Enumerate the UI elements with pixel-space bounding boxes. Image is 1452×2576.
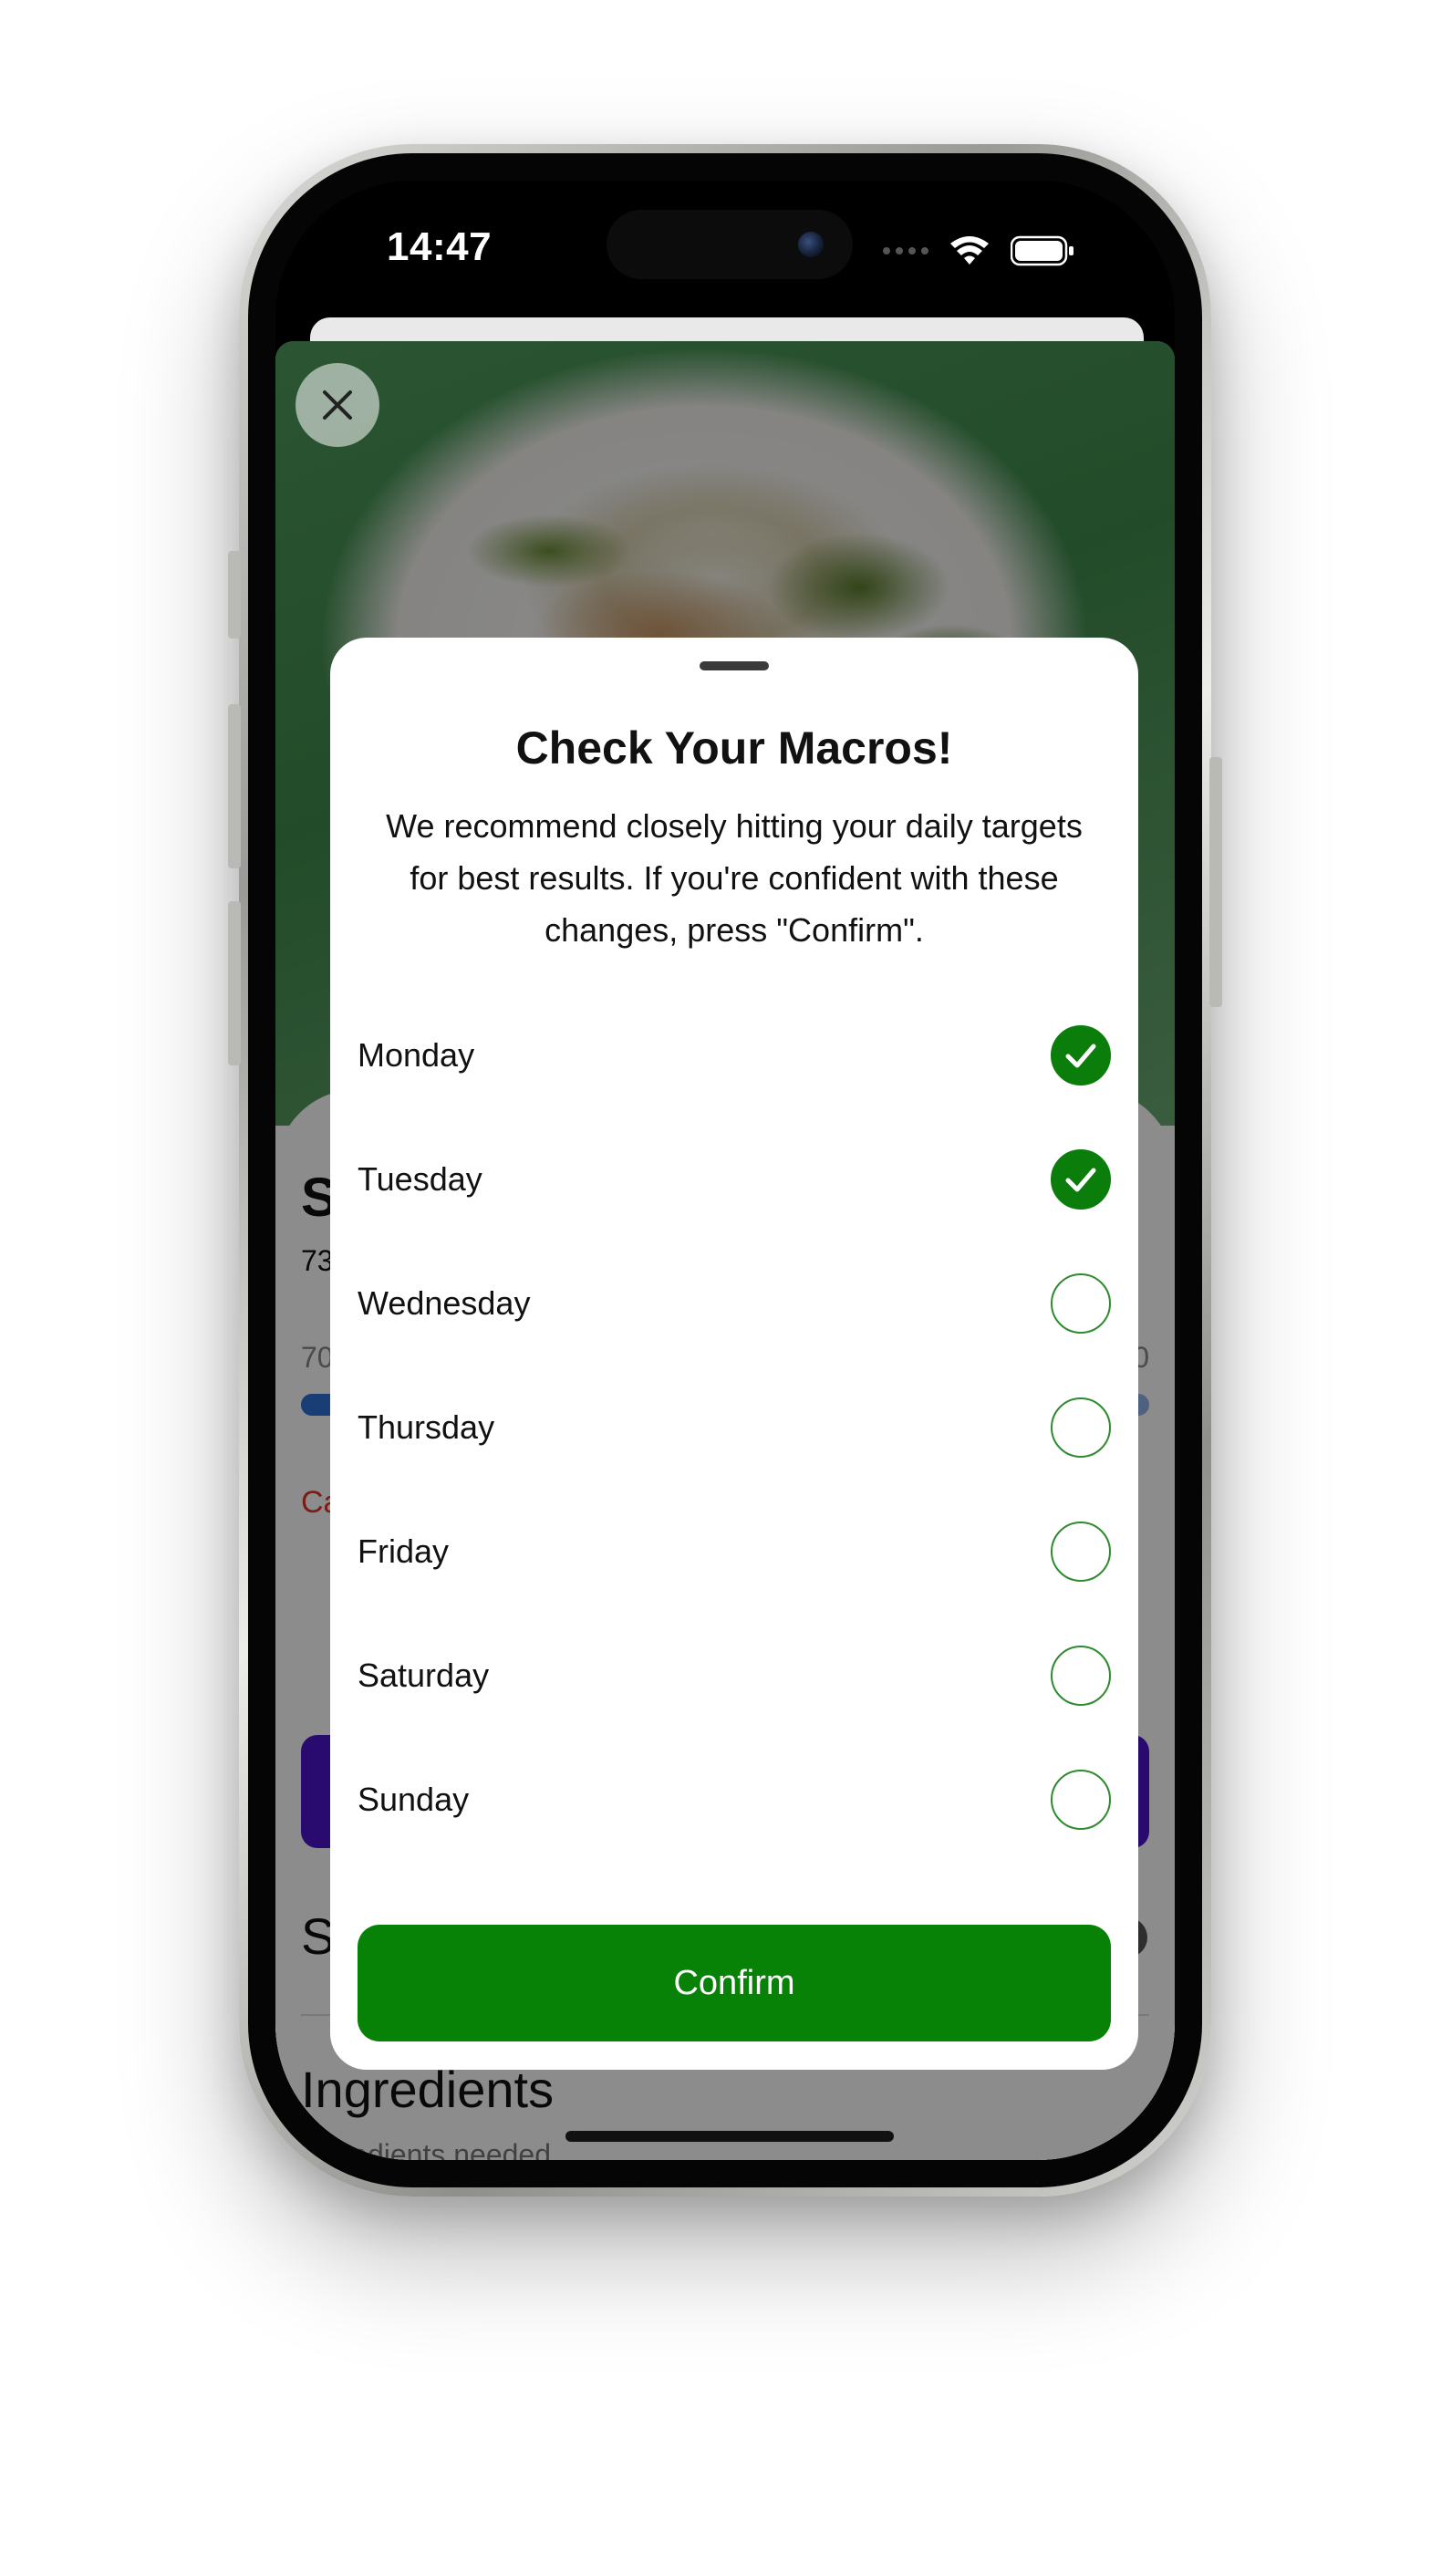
camera-icon — [798, 232, 824, 257]
signal-dots-icon — [883, 247, 928, 254]
checkbox-unchecked[interactable] — [1051, 1646, 1111, 1706]
check-macros-modal: Check Your Macros! We recommend closely … — [330, 638, 1138, 2070]
day-row-thursday[interactable]: Thursday — [358, 1366, 1111, 1490]
day-row-friday[interactable]: Friday — [358, 1490, 1111, 1614]
volume-up-button — [228, 704, 241, 868]
action-button — [228, 551, 241, 639]
checkbox-unchecked[interactable] — [1051, 1770, 1111, 1830]
day-label: Saturday — [358, 1657, 490, 1694]
confirm-button[interactable]: Confirm — [358, 1925, 1111, 2041]
day-label: Monday — [358, 1036, 475, 1074]
day-label: Thursday — [358, 1408, 495, 1446]
day-label: Wednesday — [358, 1284, 531, 1322]
checkbox-unchecked[interactable] — [1051, 1273, 1111, 1334]
checkbox-checked[interactable] — [1051, 1025, 1111, 1085]
day-row-tuesday[interactable]: Tuesday — [358, 1117, 1111, 1241]
modal-description: We recommend closely hitting your daily … — [386, 807, 1083, 949]
day-label: Tuesday — [358, 1160, 482, 1198]
home-indicator — [565, 2131, 894, 2142]
checkmark-icon — [1065, 1044, 1096, 1068]
close-button[interactable] — [296, 363, 379, 447]
checkbox-unchecked[interactable] — [1051, 1522, 1111, 1582]
day-row-wednesday[interactable]: Wednesday — [358, 1241, 1111, 1366]
checkbox-checked[interactable] — [1051, 1149, 1111, 1210]
modal-title: Check Your Macros! — [515, 722, 953, 774]
close-icon — [323, 390, 352, 420]
battery-icon — [1011, 235, 1073, 266]
checkmark-icon — [1065, 1168, 1096, 1192]
status-time: 14:47 — [387, 224, 493, 269]
volume-down-button — [228, 901, 241, 1065]
day-row-monday[interactable]: Monday — [358, 993, 1111, 1117]
day-row-sunday[interactable]: Sunday — [358, 1738, 1111, 1862]
checkbox-unchecked[interactable] — [1051, 1397, 1111, 1458]
day-label: Sunday — [358, 1781, 470, 1818]
status-icons — [883, 235, 1074, 266]
day-label: Friday — [358, 1532, 450, 1570]
dynamic-island — [607, 210, 853, 279]
wifi-icon — [950, 236, 989, 265]
day-row-saturday[interactable]: Saturday — [358, 1614, 1111, 1738]
sheet-grabber[interactable] — [700, 661, 769, 670]
power-button — [1209, 757, 1222, 1007]
